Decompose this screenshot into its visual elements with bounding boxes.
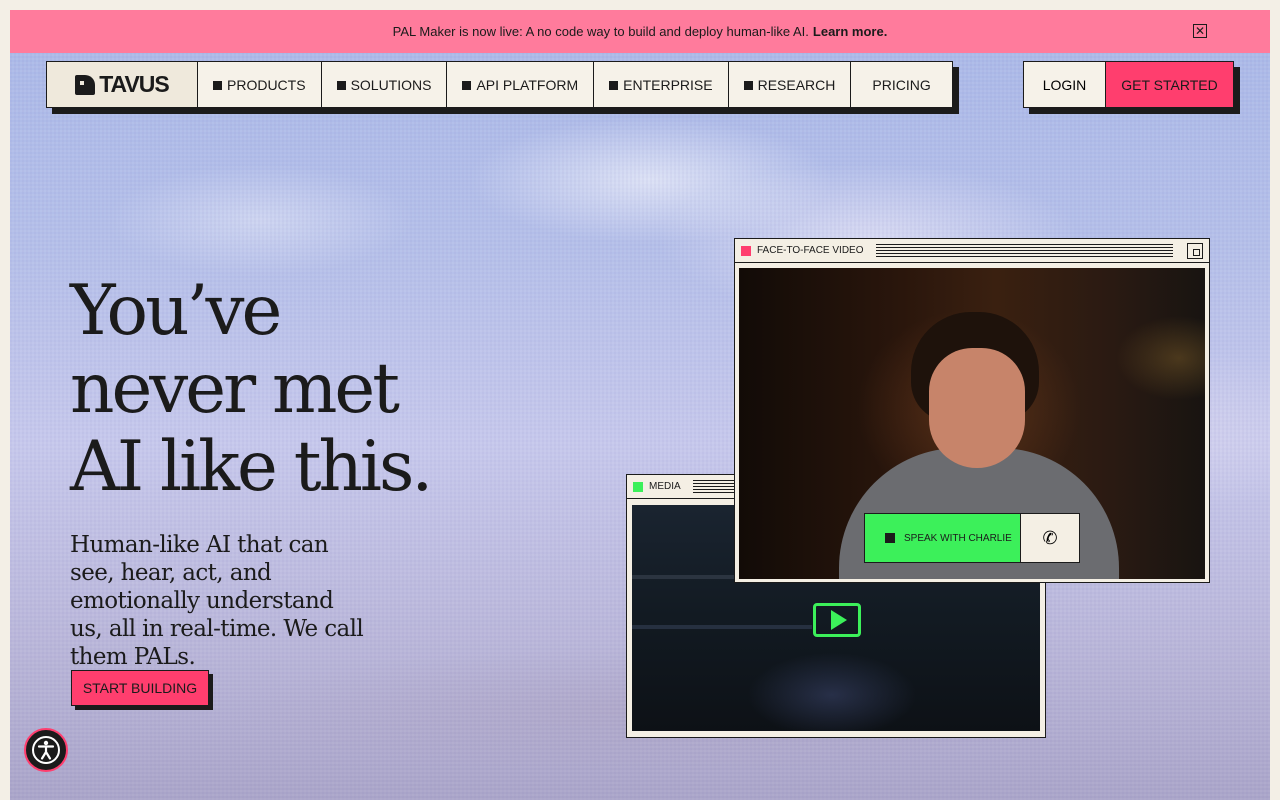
banner-learn-more-link[interactable]: Learn more.	[813, 24, 887, 39]
login-button[interactable]: LOGIN	[1024, 62, 1106, 107]
nav-item-label: PRICING	[872, 76, 931, 93]
titlebar-stripes	[875, 244, 1173, 257]
start-building-button[interactable]: START BUILDING	[71, 670, 209, 706]
square-bullet-icon	[885, 533, 895, 543]
person-illustration	[929, 348, 1025, 468]
nav-item-pricing[interactable]: PRICING	[851, 62, 951, 107]
window-expand-icon[interactable]	[1187, 242, 1203, 259]
hero-subtitle: Human-like AI that can see, hear, act, a…	[70, 532, 364, 670]
headline-line: never met	[70, 349, 400, 429]
nav-item-solutions[interactable]: SOLUTIONS	[322, 62, 448, 107]
nav-item-label: SOLUTIONS	[350, 76, 432, 93]
hero-headline: You’ve never met AI like this.	[70, 272, 470, 506]
square-bullet-icon	[743, 80, 753, 90]
announcement-banner: PAL Maker is now live: A no code way to …	[10, 10, 1270, 53]
logo[interactable]: TAVUS	[47, 62, 198, 107]
headline-line: AI like this.	[70, 427, 433, 507]
banner-text: PAL Maker is now live: A no code way to …	[392, 24, 809, 39]
close-icon[interactable]: ✕	[1193, 24, 1207, 38]
logo-mark-icon	[75, 74, 96, 95]
nav-item-label: API PLATFORM	[476, 76, 579, 93]
phone-icon[interactable]: ✆	[1021, 514, 1079, 562]
nav-item-research[interactable]: RESEARCH	[729, 62, 852, 107]
speak-with-charlie-button[interactable]: SPEAK WITH CHARLIE	[865, 514, 1021, 562]
window-status-dot	[741, 245, 751, 256]
scene-detail	[632, 625, 812, 629]
speak-controls: SPEAK WITH CHARLIE ✆	[864, 513, 1080, 563]
nav-item-enterprise[interactable]: ENTERPRISE	[594, 62, 729, 107]
square-bullet-icon	[336, 80, 346, 90]
main-nav: TAVUS PRODUCTS SOLUTIONS API PLATFORM EN…	[46, 61, 953, 108]
nav-item-label: RESEARCH	[757, 76, 836, 93]
page-frame: PAL Maker is now live: A no code way to …	[10, 10, 1270, 800]
window-status-dot	[633, 481, 643, 492]
headline-line: You’ve	[70, 271, 282, 351]
nav-item-api-platform[interactable]: API PLATFORM	[447, 62, 595, 107]
ftf-window-titlebar: FACE-TO-FACE VIDEO	[735, 239, 1209, 263]
get-started-button[interactable]: GET STARTED	[1106, 62, 1233, 107]
logo-wordmark: TAVUS	[99, 71, 170, 97]
auth-buttons: LOGIN GET STARTED	[1023, 61, 1234, 108]
square-bullet-icon	[609, 80, 619, 90]
play-icon[interactable]	[813, 603, 861, 637]
ftf-window-title: FACE-TO-FACE VIDEO	[757, 245, 864, 256]
nav-item-label: ENTERPRISE	[623, 76, 713, 93]
speak-label: SPEAK WITH CHARLIE	[904, 532, 1012, 544]
media-window-title: MEDIA	[649, 481, 681, 492]
nav-item-label: PRODUCTS	[227, 76, 306, 93]
accessibility-icon[interactable]	[24, 728, 68, 772]
nav-item-products[interactable]: PRODUCTS	[198, 62, 322, 107]
square-bullet-icon	[213, 80, 222, 90]
square-bullet-icon	[462, 80, 472, 90]
